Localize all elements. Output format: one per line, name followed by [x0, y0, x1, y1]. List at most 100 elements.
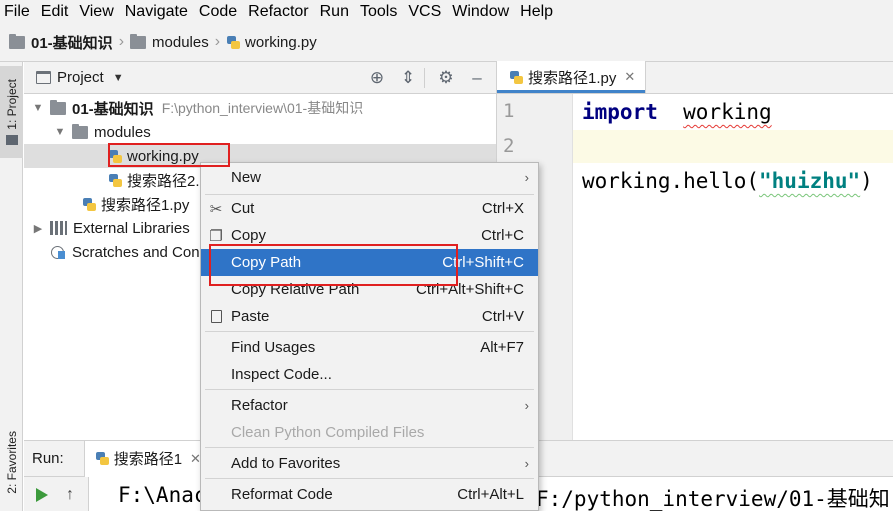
menu-edit[interactable]: Edit: [37, 1, 76, 23]
chevron-right-icon: ›: [524, 398, 529, 413]
tree-search1-label: 搜索路径1.py: [101, 196, 190, 214]
run-tab[interactable]: 搜索路径1 ✕: [83, 440, 212, 477]
menu-item-add-to-favorites[interactable]: Add to Favorites ›: [201, 450, 538, 477]
menu-bar: File Edit View Navigate Code Refactor Ru…: [0, 0, 893, 23]
collapse-all-icon[interactable]: ⇕: [395, 66, 421, 90]
highlight-box-working: [108, 143, 230, 167]
play-icon[interactable]: [36, 487, 48, 502]
chevron-down-icon[interactable]: ▼: [113, 72, 124, 84]
window-icon: [36, 71, 51, 84]
caret-line-highlight: [573, 130, 893, 163]
menu-item-shortcut: Ctrl+V: [481, 308, 524, 325]
run-label: Run:: [32, 450, 64, 467]
code-line-3[interactable]: working.hello("huizhu"): [582, 169, 873, 193]
favorites-tool-tab[interactable]: 2: Favorites: [0, 422, 23, 502]
breadcrumb-folder-label: modules: [152, 33, 209, 51]
tree-external-label: External Libraries: [73, 219, 190, 237]
scissors-icon: ✂: [209, 200, 223, 218]
left-tool-strip: 1: Project 2: Favorites: [0, 62, 23, 511]
tree-root[interactable]: ▼ 01-基础知识 F:\python_interview\01-基础知识: [24, 96, 496, 120]
project-panel-header: Project ▼ ⊕ ⇕ ⚙ –: [24, 62, 496, 94]
folder-icon: [50, 99, 66, 115]
menu-run[interactable]: Run: [316, 1, 356, 23]
menu-item-shortcut: Ctrl+C: [481, 227, 524, 244]
menu-item-label: Reformat Code: [231, 486, 333, 503]
module-name: working: [683, 100, 772, 124]
menu-refactor[interactable]: Refactor: [244, 1, 315, 23]
menu-item-label: Clean Python Compiled Files: [231, 424, 425, 441]
close-icon[interactable]: ✕: [624, 69, 635, 85]
menu-item-label: Find Usages: [231, 339, 316, 356]
menu-item-clean-compiled: Clean Python Compiled Files: [201, 419, 538, 446]
editor-tab-label: 搜索路径1.py: [528, 69, 617, 87]
locate-icon[interactable]: ⊕: [364, 66, 390, 90]
line-number: 1: [503, 100, 515, 122]
editor: 搜索路径1.py ✕ 1 2 import working working.he…: [497, 61, 893, 440]
folder-icon: [5, 135, 18, 146]
menu-item-shortcut: Ctrl+X: [481, 200, 524, 217]
project-tool-tab[interactable]: 1: Project: [0, 66, 23, 158]
code-call: working.hello(: [582, 169, 760, 193]
chevron-right-icon: ›: [524, 170, 529, 185]
project-tool-tab-label: 1: Project: [4, 78, 19, 130]
menu-item-new[interactable]: New ›: [201, 164, 538, 191]
code-line-1[interactable]: import working: [582, 100, 772, 124]
menu-window[interactable]: Window: [448, 1, 516, 23]
gear-icon[interactable]: ⚙: [433, 66, 459, 90]
menu-item-reformat-code[interactable]: Reformat Code Ctrl+Alt+L: [201, 481, 538, 508]
chevron-right-icon: ›: [524, 456, 529, 471]
menu-file[interactable]: File: [0, 1, 37, 23]
menu-item-shortcut: Ctrl+Alt+L: [457, 486, 524, 503]
menu-code[interactable]: Code: [195, 1, 244, 23]
project-panel-title[interactable]: Project: [57, 69, 104, 86]
menu-view[interactable]: View: [75, 1, 120, 23]
editor-tab-search1[interactable]: 搜索路径1.py ✕: [497, 61, 647, 93]
menu-navigate[interactable]: Navigate: [121, 1, 195, 23]
code-paren: ): [860, 169, 873, 193]
menu-item-label: Refactor: [231, 397, 288, 414]
line-number: 2: [503, 135, 515, 157]
breadcrumb-file[interactable]: working.py: [226, 34, 317, 51]
menu-item-inspect-code[interactable]: Inspect Code...: [201, 361, 538, 388]
run-toolbar: ↑: [24, 477, 89, 511]
chevron-right-icon: ›: [118, 33, 125, 50]
context-menu: New › ✂ Cut Ctrl+X ❐ Copy Ctrl+C Copy Pa…: [200, 162, 539, 511]
scratches-icon: [50, 245, 66, 260]
menu-item-label: Add to Favorites: [231, 455, 341, 472]
keyword-import: import: [582, 100, 658, 124]
tree-root-label: 01-基础知识: [72, 100, 154, 118]
menu-item-shortcut: Alt+F7: [480, 339, 524, 356]
menu-item-paste[interactable]: Paste Ctrl+V: [201, 303, 538, 330]
chevron-down-icon[interactable]: ▼: [30, 102, 46, 114]
chevron-right-icon[interactable]: ▶: [30, 222, 46, 235]
folder-icon: [130, 33, 147, 49]
menu-item-find-usages[interactable]: Find Usages Alt+F7: [201, 334, 538, 361]
breadcrumb-project[interactable]: 01-基础知识: [9, 32, 113, 53]
menu-help[interactable]: Help: [516, 1, 560, 23]
hide-icon[interactable]: –: [464, 66, 490, 90]
chevron-down-icon[interactable]: ▼: [52, 126, 68, 138]
menu-vcs[interactable]: VCS: [404, 1, 448, 23]
menu-tools[interactable]: Tools: [356, 1, 404, 23]
menu-item-refactor[interactable]: Refactor ›: [201, 392, 538, 419]
breadcrumb-folder[interactable]: modules: [130, 33, 209, 51]
python-file-icon: [509, 70, 523, 85]
toolbar-divider: [424, 68, 425, 88]
chevron-right-icon: ›: [214, 33, 221, 50]
menu-item-label: Inspect Code...: [231, 366, 332, 383]
arrow-up-icon[interactable]: ↑: [66, 486, 74, 504]
highlight-box-copy-path: [209, 244, 458, 286]
breadcrumb: 01-基础知识 › modules › working.py: [0, 23, 893, 62]
python-file-icon: [108, 173, 122, 188]
python-file-icon: [226, 35, 241, 50]
editor-tab-bar: 搜索路径1.py ✕: [497, 61, 893, 94]
python-file-icon: [82, 197, 96, 212]
favorites-tool-tab-label: 2: Favorites: [4, 430, 19, 494]
menu-item-cut[interactable]: ✂ Cut Ctrl+X: [201, 195, 538, 222]
tree-modules[interactable]: ▼ modules: [24, 120, 496, 144]
run-tab-label: 搜索路径1: [113, 451, 183, 468]
tree-modules-label: modules: [94, 123, 151, 141]
menu-divider: [205, 331, 534, 332]
tree-root-path: F:\python_interview\01-基础知识: [161, 100, 364, 116]
copy-icon: ❐: [209, 227, 223, 245]
